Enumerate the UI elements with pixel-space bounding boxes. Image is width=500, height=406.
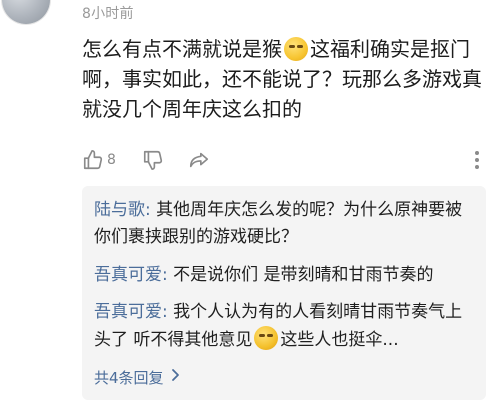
reply-author[interactable]: 吾真可爱 [94,265,162,285]
reply-item[interactable]: 陆与歌: 其他周年庆怎么发的呢？为什么原神要被你们裹挟跟别的游戏硬比？ [94,197,474,251]
share-button[interactable] [188,148,210,172]
facepalm-emoji-icon [254,326,279,350]
comment-page: 8小时前 怎么有点不满就说是猴 这福利确实是抠门啊，事实如此，还不能说了？玩那么多… [0,0,500,406]
more-button[interactable] [468,148,486,172]
smug-face-emoji-icon [284,37,308,61]
expand-replies-button[interactable]: 共4条回复 [94,366,180,388]
expand-replies-label: 共4条回复 [94,368,164,387]
comment-time: 8小时前 [82,6,134,22]
reply-text: 不是说你们 是带刻晴和甘雨节奏的 [167,265,434,285]
avatar[interactable] [2,0,50,24]
dislike-button[interactable] [142,148,164,172]
like-button[interactable]: 8 [82,148,116,172]
thumbs-up-icon [82,149,104,171]
reply-author[interactable]: 陆与歌 [94,200,145,220]
more-vertical-icon [468,149,486,171]
reply-item[interactable]: 吾真可爱: 不是说你们 是带刻晴和甘雨节奏的 [94,262,474,289]
chevron-right-icon [170,368,180,386]
reply-author[interactable]: 吾真可爱 [94,302,162,322]
comment-text-part-1: 怎么有点不满就说是猴 [82,37,282,61]
comment-actions: 8 [82,148,486,172]
like-count: 8 [107,152,116,168]
thumbs-down-icon [142,149,164,171]
reply-item[interactable]: 吾真可爱: 我个人认为有的人看刻晴甘雨节奏气上头了 听不得其他意见 这些人也挺伞.… [94,299,474,354]
reply-box: 陆与歌: 其他周年庆怎么发的呢？为什么原神要被你们裹挟跟别的游戏硬比？ 吾真可爱… [82,186,486,400]
comment-text: 怎么有点不满就说是猴 这福利确实是抠门啊，事实如此，还不能说了？玩那么多游戏真就没… [82,34,486,124]
reply-text-part-2: 这些人也挺伞... [280,330,399,350]
share-icon [188,149,210,171]
